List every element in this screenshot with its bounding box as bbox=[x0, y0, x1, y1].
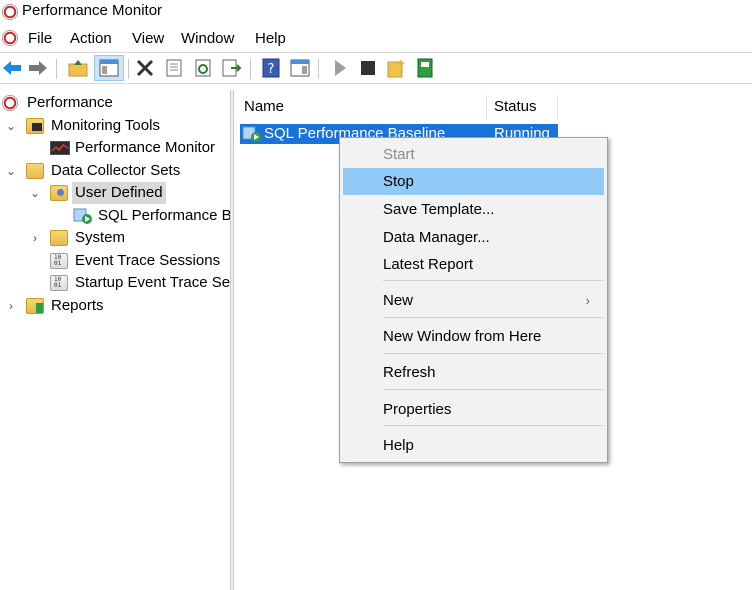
menu-view[interactable]: View bbox=[132, 30, 164, 47]
menu-action[interactable]: Action bbox=[70, 30, 112, 47]
chevron-right-icon[interactable]: › bbox=[29, 227, 41, 249]
menu-item-help[interactable]: Help bbox=[343, 432, 604, 459]
menu-separator bbox=[383, 425, 603, 426]
chevron-right-icon[interactable]: › bbox=[5, 295, 17, 317]
tree-item-label: Data Collector Sets bbox=[51, 162, 181, 179]
performance-monitor-icon bbox=[2, 95, 18, 111]
menu-item-stop[interactable]: Stop bbox=[343, 168, 604, 195]
start-icon[interactable] bbox=[330, 58, 350, 78]
folder-icon bbox=[26, 118, 44, 134]
properties-icon[interactable] bbox=[164, 58, 184, 78]
tree-item-event-trace-sessions[interactable]: 10 01 Event Trace Sessions bbox=[0, 250, 230, 272]
menu-item-start: Start bbox=[383, 146, 415, 163]
menu-separator bbox=[383, 280, 603, 281]
menu-item-new[interactable]: New › bbox=[343, 287, 604, 314]
tree-item-startup-event-trace-sessions[interactable]: 10 01 Startup Event Trace Sess bbox=[0, 272, 230, 294]
toolbar-separator bbox=[56, 59, 57, 79]
tree-item-label: System bbox=[75, 229, 126, 246]
title-bar: Performance Monitor bbox=[0, 0, 752, 26]
collector-running-icon bbox=[73, 207, 93, 225]
menu-item-properties[interactable]: Properties bbox=[343, 396, 604, 423]
chart-monitor-icon bbox=[50, 141, 70, 155]
system-menu-icon[interactable] bbox=[2, 30, 18, 46]
menu-item-refresh[interactable]: Refresh bbox=[343, 359, 604, 386]
tree-item-performance[interactable]: Performance bbox=[0, 92, 230, 114]
tree-item-sql-baseline[interactable]: SQL Performance Ba bbox=[0, 205, 230, 227]
binary-folder-icon: 10 01 bbox=[50, 275, 68, 291]
book-icon[interactable] bbox=[415, 58, 435, 78]
tree-item-monitoring-tools[interactable]: ⌄ Monitoring Tools bbox=[0, 115, 230, 137]
tree-item-label: Startup Event Trace Sess bbox=[75, 274, 230, 291]
navigation-tree: Performance ⌄ Monitoring Tools Performan… bbox=[0, 90, 230, 590]
folder-icon bbox=[26, 163, 44, 179]
menu-separator bbox=[383, 353, 603, 354]
tree-item-performance-monitor[interactable]: Performance Monitor bbox=[0, 137, 230, 159]
menu-bar: File Action View Window Help bbox=[0, 27, 752, 51]
menu-window[interactable]: Window bbox=[181, 30, 234, 47]
tree-item-label: Event Trace Sessions bbox=[75, 252, 221, 269]
binary-folder-icon: 10 01 bbox=[50, 253, 68, 269]
menu-item-save-template[interactable]: Save Template... bbox=[343, 196, 604, 223]
user-folder-icon bbox=[50, 185, 68, 201]
toolbar-separator bbox=[128, 59, 129, 79]
performance-monitor-icon bbox=[2, 4, 18, 20]
tree-item-data-collector-sets[interactable]: ⌄ Data Collector Sets bbox=[0, 160, 230, 182]
show-hide-tree-icon[interactable] bbox=[94, 55, 124, 81]
tree-item-label: SQL Performance Ba bbox=[98, 207, 230, 224]
window-title: Performance Monitor bbox=[22, 2, 163, 19]
up-folder-icon[interactable] bbox=[68, 58, 88, 78]
menu-separator bbox=[383, 317, 603, 318]
tree-item-system[interactable]: › System bbox=[0, 227, 230, 249]
tree-item-label: Reports bbox=[51, 297, 104, 314]
new-icon[interactable] bbox=[386, 58, 406, 78]
reports-folder-icon bbox=[26, 298, 44, 314]
stop-icon[interactable] bbox=[358, 58, 378, 78]
chevron-down-icon[interactable]: ⌄ bbox=[5, 160, 17, 182]
svg-text:?: ? bbox=[268, 62, 275, 77]
column-header-status[interactable]: Status bbox=[487, 95, 558, 119]
toolbar-separator bbox=[250, 59, 251, 79]
column-header-name[interactable]: Name bbox=[234, 95, 487, 119]
context-menu: Start Stop Save Template... Data Manager… bbox=[339, 137, 608, 463]
delete-icon[interactable] bbox=[135, 58, 155, 78]
menu-help[interactable]: Help bbox=[255, 30, 286, 47]
menu-item-new-window[interactable]: New Window from Here bbox=[343, 323, 604, 350]
chevron-down-icon[interactable]: ⌄ bbox=[5, 115, 17, 137]
tree-item-label: Performance bbox=[27, 94, 113, 111]
chevron-down-icon[interactable]: ⌄ bbox=[29, 182, 41, 204]
chevron-right-icon: › bbox=[585, 293, 590, 308]
toolbar: ? bbox=[0, 52, 752, 84]
folder-icon bbox=[50, 230, 68, 246]
menu-item-data-manager[interactable]: Data Manager... bbox=[343, 224, 604, 251]
show-action-pane-icon[interactable] bbox=[290, 58, 310, 78]
toolbar-separator bbox=[318, 59, 319, 79]
export-list-icon[interactable] bbox=[222, 58, 242, 78]
forward-arrow-icon[interactable] bbox=[28, 58, 48, 78]
tree-item-label: Monitoring Tools bbox=[51, 117, 160, 134]
tree-item-label: Performance Monitor bbox=[75, 139, 216, 156]
collector-running-icon bbox=[242, 125, 262, 143]
refresh-icon[interactable] bbox=[193, 58, 213, 78]
back-arrow-icon[interactable] bbox=[2, 58, 22, 78]
help-icon[interactable]: ? bbox=[261, 58, 281, 78]
tree-item-reports[interactable]: › Reports bbox=[0, 295, 230, 317]
menu-item-label: New bbox=[383, 292, 414, 309]
menu-file[interactable]: File bbox=[28, 30, 52, 47]
tree-item-label: User Defined bbox=[72, 182, 166, 204]
menu-separator bbox=[383, 389, 603, 390]
menu-item-latest-report[interactable]: Latest Report bbox=[343, 251, 604, 278]
tree-item-user-defined[interactable]: ⌄ User Defined bbox=[0, 182, 230, 204]
